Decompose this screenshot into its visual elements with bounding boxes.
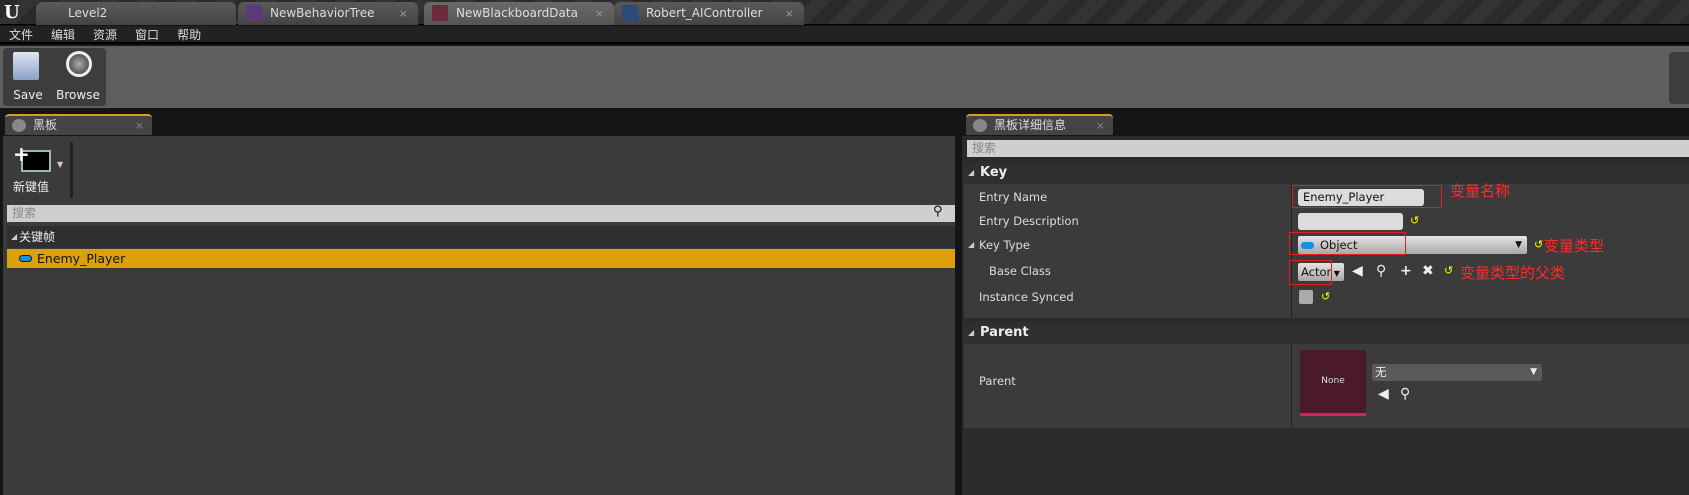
close-icon[interactable]: ×: [785, 2, 794, 25]
annotation-name: 变量名称: [1450, 182, 1511, 200]
chevron-down-icon[interactable]: ▼: [57, 160, 63, 169]
category-label: 关键帧: [19, 230, 56, 244]
browse-button[interactable]: Browse: [54, 48, 102, 106]
behavior-tree-icon: [246, 5, 262, 21]
parent-section: ◢ Parent Parent None 无 ▼ ◀ ⚲: [964, 322, 1689, 428]
toolbar: Save Browse: [0, 46, 1689, 108]
chevron-down-icon: ▼: [1530, 367, 1537, 377]
annotation-box-type: [1289, 232, 1406, 255]
section-title: Key: [980, 165, 1008, 180]
reset-to-default-icon[interactable]: ↺: [1410, 209, 1419, 233]
annotation-box-name: [1292, 185, 1442, 208]
reset-to-default-icon[interactable]: ↺: [1534, 233, 1543, 257]
menu-bar: 文件 编辑 资源 窗口 帮助: [0, 26, 1689, 44]
tab-label: Robert_AIController: [646, 6, 763, 20]
category-header[interactable]: ◢ 关键帧: [7, 226, 955, 248]
key-section-header[interactable]: ◢ Key: [964, 162, 1689, 184]
details-search-input[interactable]: 搜索: [967, 140, 1689, 157]
menu-edit[interactable]: 编辑: [42, 26, 84, 44]
blackboard-panel: + ▼ 新键值 搜索 ⚲ ◢ 关键帧 Enemy_Player: [3, 136, 955, 495]
plus-icon: +: [13, 142, 30, 166]
parent-asset-thumbnail[interactable]: None: [1300, 350, 1366, 416]
chevron-down-icon: ▼: [1515, 240, 1522, 250]
entry-description-row: Entry Description ↺: [964, 209, 1689, 233]
browse-label: Browse: [56, 88, 100, 102]
expand-triangle-icon: ◢: [968, 328, 975, 337]
reset-to-default-icon[interactable]: ↺: [1444, 259, 1453, 283]
key-name: Enemy_Player: [37, 251, 126, 266]
expand-triangle-icon: ◢: [11, 232, 18, 241]
tab-label: NewBlackboardData: [456, 6, 578, 20]
tab-blackboard-data[interactable]: NewBlackboardData ×: [424, 2, 614, 25]
menu-asset[interactable]: 资源: [84, 26, 126, 44]
key-type-label: Key Type: [979, 238, 1030, 252]
annotation-parent-class: 变量类型的父类: [1460, 264, 1566, 282]
save-button[interactable]: Save: [4, 48, 52, 106]
menu-file[interactable]: 文件: [0, 26, 42, 44]
annotation-type: 变量类型: [1544, 237, 1605, 255]
entry-description-input[interactable]: [1298, 213, 1403, 230]
entry-name-label: Entry Name: [979, 190, 1048, 204]
save-icon: [13, 52, 39, 80]
add-icon[interactable]: +: [1400, 259, 1412, 283]
document-tab-bar: U Level2 NewBehaviorTree × NewBlackboardD…: [0, 0, 1689, 25]
expand-triangle-icon[interactable]: ◢: [968, 233, 974, 257]
tab-behavior-tree[interactable]: NewBehaviorTree ×: [238, 2, 418, 25]
blackboard-search-input[interactable]: 搜索: [7, 205, 955, 222]
use-selected-arrow-icon[interactable]: ◀: [1352, 259, 1363, 283]
browse-search-icon[interactable]: ⚲: [1400, 386, 1410, 402]
details-panel-tab[interactable]: 黑板详细信息 ×: [966, 114, 1113, 135]
browse-search-icon[interactable]: ⚲: [1376, 259, 1386, 283]
parent-label: Parent: [979, 374, 1016, 388]
blackboard-icon: [432, 5, 448, 21]
save-label: Save: [13, 88, 43, 102]
blackboard-tab-icon: [12, 119, 26, 132]
instance-synced-label: Instance Synced: [979, 290, 1074, 304]
annotation-box-parent-class: [1289, 260, 1332, 285]
menu-help[interactable]: 帮助: [168, 26, 210, 44]
magnifier-icon: [66, 51, 92, 77]
instance-synced-checkbox[interactable]: [1299, 290, 1313, 304]
entry-description-label: Entry Description: [979, 214, 1079, 228]
base-class-label: Base Class: [989, 264, 1051, 278]
new-key-label: 新键值: [13, 180, 50, 194]
expand-triangle-icon: ◢: [968, 168, 975, 177]
unreal-logo-icon: U: [4, 2, 20, 23]
tab-level2[interactable]: Level2: [36, 2, 236, 25]
tab-ai-controller[interactable]: Robert_AIController ×: [614, 2, 804, 25]
tab-label: Level2: [68, 6, 108, 20]
parent-section-header[interactable]: ◢ Parent: [964, 322, 1689, 344]
menu-window[interactable]: 窗口: [126, 26, 168, 44]
toolbar-edge: [1669, 52, 1689, 104]
parent-value: 无: [1375, 365, 1387, 379]
instance-synced-row: Instance Synced ↺: [964, 285, 1689, 309]
new-key-button[interactable]: + ▼ 新键值: [7, 142, 65, 200]
clear-icon[interactable]: ✖: [1422, 259, 1434, 283]
chevron-down-icon: ▼: [1331, 269, 1340, 278]
close-icon[interactable]: ×: [1096, 116, 1105, 135]
section-title: Parent: [980, 325, 1029, 340]
blueprint-icon: [622, 5, 638, 21]
tab-label: NewBehaviorTree: [270, 6, 375, 20]
search-icon[interactable]: ⚲: [933, 204, 943, 219]
close-icon[interactable]: ×: [135, 116, 144, 135]
use-selected-arrow-icon[interactable]: ◀: [1378, 386, 1389, 402]
parent-asset-dropdown[interactable]: 无 ▼: [1372, 364, 1542, 381]
toolbar-separator: [70, 142, 73, 198]
panel-tab-label: 黑板: [33, 118, 58, 132]
object-type-icon: [19, 255, 32, 262]
close-icon[interactable]: ×: [399, 2, 408, 25]
panel-tab-label: 黑板详细信息: [994, 118, 1067, 132]
key-list-item[interactable]: Enemy_Player: [7, 249, 955, 268]
column-divider: [1291, 344, 1292, 428]
blackboard-tab-icon: [973, 119, 987, 132]
close-icon[interactable]: ×: [595, 2, 604, 25]
reset-to-default-icon[interactable]: ↺: [1321, 285, 1330, 309]
blackboard-panel-tab[interactable]: 黑板 ×: [5, 114, 152, 135]
